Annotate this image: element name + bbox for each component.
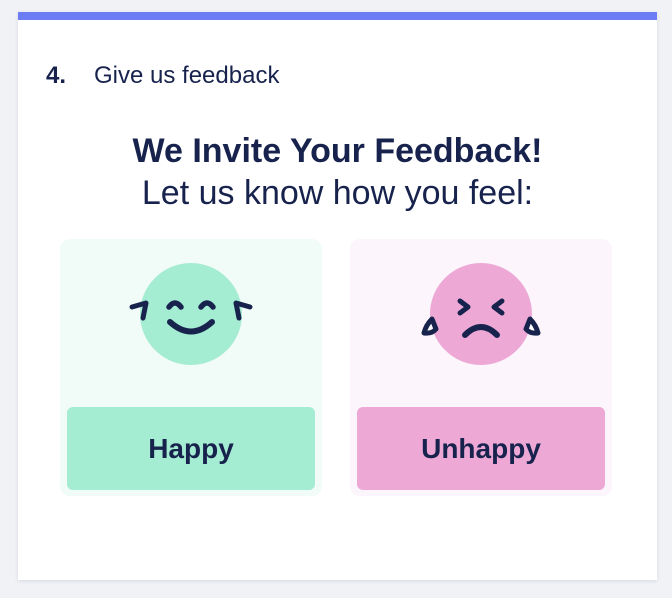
feedback-subheading: Let us know how you feel:: [141, 174, 534, 212]
feedback-card: 4. Give us feedback We Invite Your Feedb…: [18, 12, 657, 580]
step-title: Give us feedback: [94, 62, 280, 89]
unhappy-option[interactable]: Unhappy: [350, 239, 612, 496]
feedback-heading: We Invite Your Feedback!: [132, 132, 543, 170]
step-number: 4.: [46, 62, 67, 89]
happy-button[interactable]: Happy: [67, 407, 315, 490]
unhappy-button[interactable]: Unhappy: [357, 407, 605, 490]
happy-option[interactable]: Happy: [60, 239, 322, 496]
happy-face-icon: [129, 263, 253, 365]
crying-face-icon: [421, 263, 541, 365]
accent-bar: [18, 12, 657, 20]
step-header: 4. Give us feedback: [46, 62, 279, 90]
